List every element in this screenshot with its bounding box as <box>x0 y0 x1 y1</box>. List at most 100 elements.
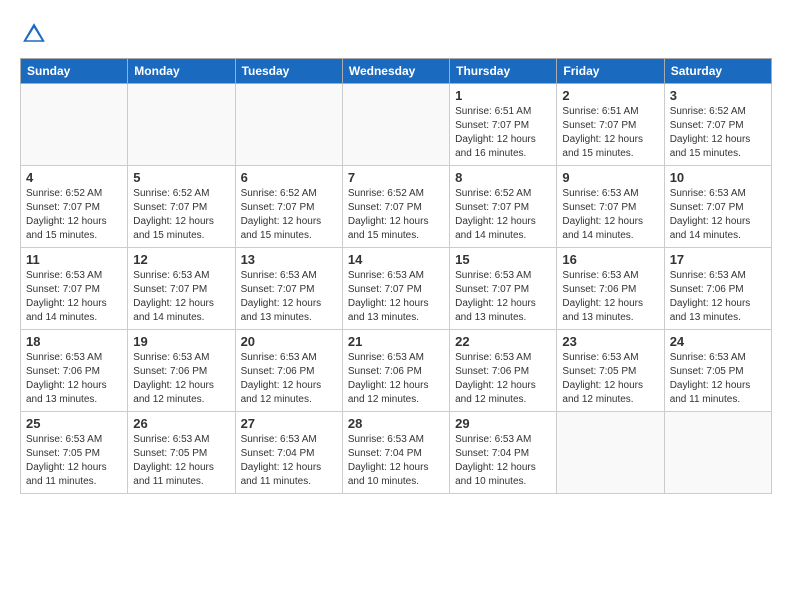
day-info: Sunrise: 6:52 AM Sunset: 7:07 PM Dayligh… <box>26 187 122 243</box>
calendar-day-cell: 21 Sunrise: 6:53 AM Sunset: 7:06 PM Dayli… <box>342 330 449 412</box>
day-info: Sunrise: 6:53 AM Sunset: 7:07 PM Dayligh… <box>241 269 337 325</box>
calendar-day-cell: 24 Sunrise: 6:53 AM Sunset: 7:05 PM Dayli… <box>664 330 771 412</box>
calendar-day-cell: 27 Sunrise: 6:53 AM Sunset: 7:04 PM Dayli… <box>235 412 342 494</box>
day-number: 13 <box>241 252 337 267</box>
header-sunday: Sunday <box>21 59 128 84</box>
calendar-header-row: SundayMondayTuesdayWednesdayThursdayFrid… <box>21 59 772 84</box>
logo <box>20 20 52 48</box>
day-info: Sunrise: 6:53 AM Sunset: 7:05 PM Dayligh… <box>562 351 658 407</box>
day-number: 5 <box>133 170 229 185</box>
day-number: 1 <box>455 88 551 103</box>
day-info: Sunrise: 6:52 AM Sunset: 7:07 PM Dayligh… <box>455 187 551 243</box>
calendar-week-row: 1 Sunrise: 6:51 AM Sunset: 7:07 PM Daylig… <box>21 84 772 166</box>
day-info: Sunrise: 6:53 AM Sunset: 7:07 PM Dayligh… <box>562 187 658 243</box>
day-info: Sunrise: 6:53 AM Sunset: 7:05 PM Dayligh… <box>26 433 122 489</box>
day-number: 29 <box>455 416 551 431</box>
day-number: 16 <box>562 252 658 267</box>
day-info: Sunrise: 6:52 AM Sunset: 7:07 PM Dayligh… <box>241 187 337 243</box>
header-friday: Friday <box>557 59 664 84</box>
header <box>20 16 772 48</box>
calendar-day-cell: 18 Sunrise: 6:53 AM Sunset: 7:06 PM Dayli… <box>21 330 128 412</box>
day-info: Sunrise: 6:53 AM Sunset: 7:04 PM Dayligh… <box>241 433 337 489</box>
calendar-day-cell <box>128 84 235 166</box>
day-number: 2 <box>562 88 658 103</box>
calendar-day-cell: 22Sunrise: 6:53 AM Sunset: 7:06 PM Dayli… <box>450 330 557 412</box>
calendar-day-cell: 15 Sunrise: 6:53 AM Sunset: 7:07 PM Dayli… <box>450 248 557 330</box>
calendar-day-cell: 10 Sunrise: 6:53 AM Sunset: 7:07 PM Dayli… <box>664 166 771 248</box>
day-info: Sunrise: 6:53 AM Sunset: 7:05 PM Dayligh… <box>133 433 229 489</box>
day-number: 7 <box>348 170 444 185</box>
header-tuesday: Tuesday <box>235 59 342 84</box>
header-thursday: Thursday <box>450 59 557 84</box>
calendar-day-cell: 17 Sunrise: 6:53 AM Sunset: 7:06 PM Dayli… <box>664 248 771 330</box>
day-info: Sunrise: 6:53 AM Sunset: 7:04 PM Dayligh… <box>348 433 444 489</box>
calendar-day-cell: 5 Sunrise: 6:52 AM Sunset: 7:07 PM Daylig… <box>128 166 235 248</box>
day-info: Sunrise: 6:53 AM Sunset: 7:07 PM Dayligh… <box>670 187 766 243</box>
day-number: 10 <box>670 170 766 185</box>
calendar-day-cell: 20Sunrise: 6:53 AM Sunset: 7:06 PM Dayli… <box>235 330 342 412</box>
calendar-day-cell: 4 Sunrise: 6:52 AM Sunset: 7:07 PM Daylig… <box>21 166 128 248</box>
day-info: Sunrise: 6:53 AM Sunset: 7:07 PM Dayligh… <box>348 269 444 325</box>
day-number: 28 <box>348 416 444 431</box>
calendar-day-cell: 12 Sunrise: 6:53 AM Sunset: 7:07 PM Dayli… <box>128 248 235 330</box>
day-number: 3 <box>670 88 766 103</box>
day-info: Sunrise: 6:53 AM Sunset: 7:06 PM Dayligh… <box>26 351 122 407</box>
calendar-day-cell: 14 Sunrise: 6:53 AM Sunset: 7:07 PM Dayli… <box>342 248 449 330</box>
header-saturday: Saturday <box>664 59 771 84</box>
day-number: 19 <box>133 334 229 349</box>
calendar-day-cell: 8Sunrise: 6:52 AM Sunset: 7:07 PM Daylig… <box>450 166 557 248</box>
day-number: 24 <box>670 334 766 349</box>
day-info: Sunrise: 6:53 AM Sunset: 7:06 PM Dayligh… <box>670 269 766 325</box>
calendar-day-cell: 26 Sunrise: 6:53 AM Sunset: 7:05 PM Dayli… <box>128 412 235 494</box>
day-number: 15 <box>455 252 551 267</box>
calendar-day-cell: 23 Sunrise: 6:53 AM Sunset: 7:05 PM Dayli… <box>557 330 664 412</box>
day-number: 21 <box>348 334 444 349</box>
calendar-day-cell: 25 Sunrise: 6:53 AM Sunset: 7:05 PM Dayli… <box>21 412 128 494</box>
day-number: 23 <box>562 334 658 349</box>
calendar-day-cell <box>557 412 664 494</box>
calendar-week-row: 18 Sunrise: 6:53 AM Sunset: 7:06 PM Dayli… <box>21 330 772 412</box>
calendar-week-row: 25 Sunrise: 6:53 AM Sunset: 7:05 PM Dayli… <box>21 412 772 494</box>
calendar-day-cell: 9 Sunrise: 6:53 AM Sunset: 7:07 PM Daylig… <box>557 166 664 248</box>
day-info: Sunrise: 6:52 AM Sunset: 7:07 PM Dayligh… <box>670 105 766 161</box>
day-number: 18 <box>26 334 122 349</box>
calendar-day-cell: 28 Sunrise: 6:53 AM Sunset: 7:04 PM Dayli… <box>342 412 449 494</box>
day-info: Sunrise: 6:53 AM Sunset: 7:06 PM Dayligh… <box>348 351 444 407</box>
calendar-day-cell: 13 Sunrise: 6:53 AM Sunset: 7:07 PM Dayli… <box>235 248 342 330</box>
calendar-day-cell: 6 Sunrise: 6:52 AM Sunset: 7:07 PM Daylig… <box>235 166 342 248</box>
calendar-day-cell: 7 Sunrise: 6:52 AM Sunset: 7:07 PM Daylig… <box>342 166 449 248</box>
day-info: Sunrise: 6:53 AM Sunset: 7:06 PM Dayligh… <box>455 351 551 407</box>
calendar-day-cell: 1 Sunrise: 6:51 AM Sunset: 7:07 PM Daylig… <box>450 84 557 166</box>
day-number: 12 <box>133 252 229 267</box>
day-number: 11 <box>26 252 122 267</box>
day-info: Sunrise: 6:52 AM Sunset: 7:07 PM Dayligh… <box>348 187 444 243</box>
day-number: 4 <box>26 170 122 185</box>
calendar-day-cell: 3 Sunrise: 6:52 AM Sunset: 7:07 PM Daylig… <box>664 84 771 166</box>
calendar-day-cell <box>235 84 342 166</box>
day-number: 27 <box>241 416 337 431</box>
day-number: 14 <box>348 252 444 267</box>
day-info: Sunrise: 6:53 AM Sunset: 7:04 PM Dayligh… <box>455 433 551 489</box>
calendar-day-cell <box>664 412 771 494</box>
day-info: Sunrise: 6:53 AM Sunset: 7:07 PM Dayligh… <box>133 269 229 325</box>
day-info: Sunrise: 6:51 AM Sunset: 7:07 PM Dayligh… <box>455 105 551 161</box>
header-monday: Monday <box>128 59 235 84</box>
day-info: Sunrise: 6:51 AM Sunset: 7:07 PM Dayligh… <box>562 105 658 161</box>
day-number: 26 <box>133 416 229 431</box>
calendar-day-cell <box>342 84 449 166</box>
calendar-day-cell: 19Sunrise: 6:53 AM Sunset: 7:06 PM Dayli… <box>128 330 235 412</box>
calendar-day-cell: 29 Sunrise: 6:53 AM Sunset: 7:04 PM Dayli… <box>450 412 557 494</box>
day-info: Sunrise: 6:53 AM Sunset: 7:07 PM Dayligh… <box>26 269 122 325</box>
header-wednesday: Wednesday <box>342 59 449 84</box>
calendar-day-cell <box>21 84 128 166</box>
day-info: Sunrise: 6:53 AM Sunset: 7:07 PM Dayligh… <box>455 269 551 325</box>
day-number: 9 <box>562 170 658 185</box>
day-number: 17 <box>670 252 766 267</box>
day-info: Sunrise: 6:53 AM Sunset: 7:05 PM Dayligh… <box>670 351 766 407</box>
calendar-week-row: 11 Sunrise: 6:53 AM Sunset: 7:07 PM Dayli… <box>21 248 772 330</box>
calendar-day-cell: 2 Sunrise: 6:51 AM Sunset: 7:07 PM Daylig… <box>557 84 664 166</box>
day-number: 6 <box>241 170 337 185</box>
day-info: Sunrise: 6:52 AM Sunset: 7:07 PM Dayligh… <box>133 187 229 243</box>
logo-icon <box>20 20 48 48</box>
day-number: 25 <box>26 416 122 431</box>
